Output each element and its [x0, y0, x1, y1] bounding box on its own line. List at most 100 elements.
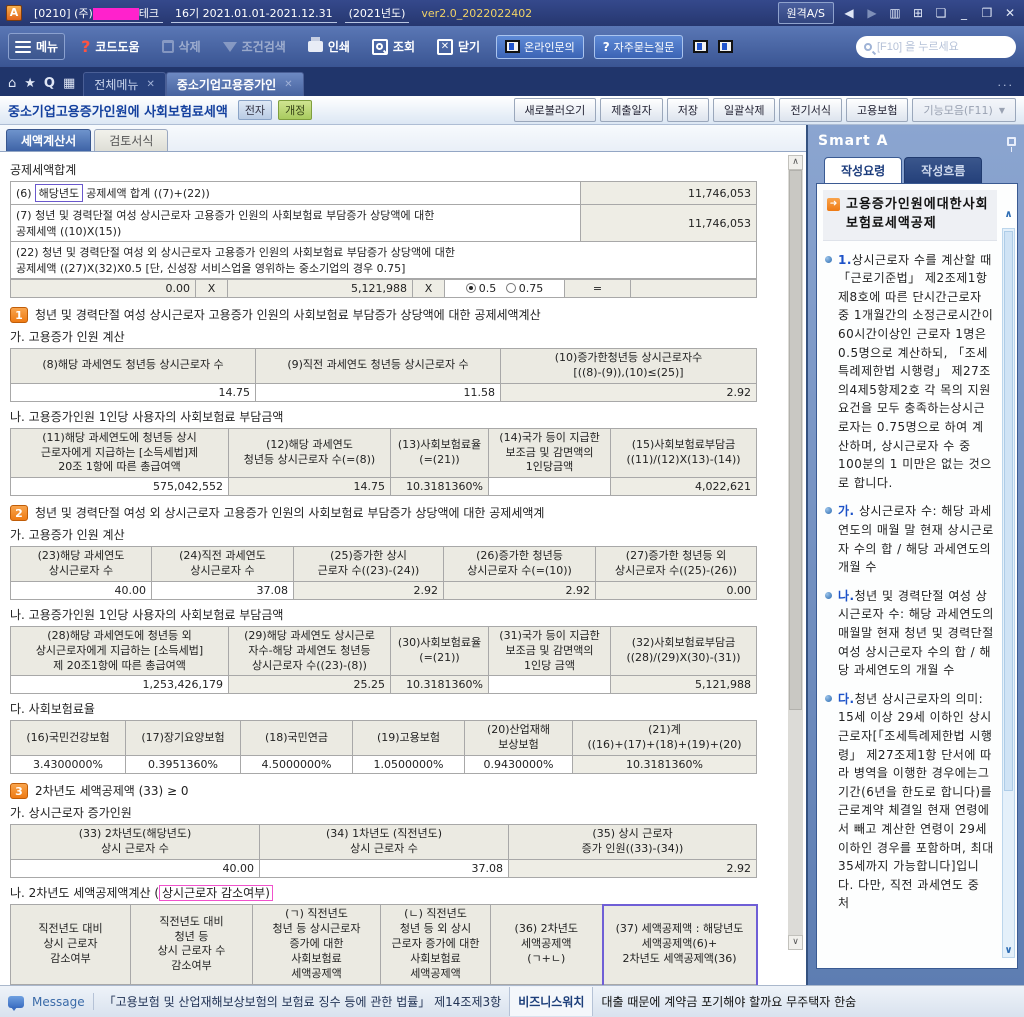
tab-review-form[interactable]: 검토서식	[94, 129, 169, 151]
table-value-cell[interactable]: 575,042,552	[10, 477, 229, 497]
page-title: 중소기업고용증가인원에 사회보험료세액	[8, 104, 228, 120]
table-value-cell[interactable]: 37.08	[151, 580, 294, 600]
main-scrollbar[interactable]: ∧ ∨	[788, 155, 803, 950]
formula-value-1[interactable]: 0.00	[10, 279, 196, 298]
table-value-cell[interactable]: 1.0500000%	[352, 755, 465, 775]
save-button[interactable]: 저장	[666, 98, 709, 122]
table-value-cell[interactable]: 3.4300000%	[10, 755, 126, 775]
split-view-icon[interactable]: ▥	[887, 6, 903, 20]
fiscal-period-field[interactable]: 16기 2021.01.01-2021.12.31	[171, 4, 337, 23]
tab-close-icon[interactable]: ✕	[284, 79, 292, 90]
employment-insurance-button[interactable]: 고용보험	[845, 98, 909, 122]
bulk-delete-button[interactable]: 일괄삭제	[713, 98, 776, 122]
year-select[interactable]: 해당년도	[34, 184, 84, 202]
table-value-cell[interactable]: 0.9430000%	[464, 755, 573, 775]
minimize-button[interactable]: _	[956, 6, 972, 20]
sidebar-scrollbar[interactable]: ∧ ∨	[1002, 209, 1015, 958]
main-content: 공제세액합계 (6) 해당년도 공제세액 합계 ((7)+(22)) 11,746,…	[0, 152, 806, 985]
table-header-cell: (8)해당 과세연도 청년등 상시근로자 수	[10, 348, 256, 384]
section1-badge: 1	[10, 306, 28, 323]
remote-as-button[interactable]: 원격A/S	[777, 2, 834, 24]
table-value-cell[interactable]: 40.00	[10, 858, 260, 878]
table-value-cell[interactable]: 0.3951360%	[125, 755, 241, 775]
menu-label: 메뉴	[36, 40, 59, 54]
scrollbar-thumb[interactable]	[789, 170, 802, 710]
table-header-cell: (ㄴ) 직전년도 청년 등 외 상시 근로자 증가에 대한 사회보험료 세액공제…	[380, 904, 491, 985]
window-small-icon-1[interactable]	[693, 40, 709, 53]
table-value-cell[interactable]: 40.00	[10, 580, 152, 600]
scrollbar-thumb[interactable]	[1004, 231, 1013, 791]
cascade-icon[interactable]: ❏	[933, 6, 949, 20]
table-header-cell: (16)국민건강보험	[10, 720, 126, 757]
tab-writing-flow[interactable]: 작성흐름	[904, 157, 983, 183]
table-header-cell: (14)국가 등이 지급한 보조금 및 감면액의 1인당금액	[488, 427, 611, 479]
submit-date-button[interactable]: 제출일자	[600, 98, 663, 122]
table-header-cell: (26)증가한 청년등 상시근로자 수(=(10))	[443, 546, 596, 582]
radio-rate-075[interactable]	[505, 283, 516, 293]
table-value-cell[interactable]: 1,253,426,179	[10, 675, 229, 695]
nav-back-icon[interactable]: ◀	[841, 6, 857, 20]
table-value-cell[interactable]: 11.58	[255, 382, 501, 402]
previous-form-button[interactable]: 전기서식	[779, 98, 842, 122]
table-value-cell[interactable]	[488, 675, 611, 695]
table-header-cell: (29)해당 과세연도 상시근로 자수-해당 과세연도 청년등 상시근로자 수(…	[228, 625, 391, 677]
table-header-cell: (35) 상시 근로자 증가 인원((33)-(34))	[508, 824, 757, 860]
fiscal-year-field[interactable]: (2021년도)	[344, 4, 410, 23]
all-menu-icon[interactable]: ▦	[63, 76, 75, 91]
favorite-star-icon[interactable]: ★	[24, 76, 36, 91]
form-header: 중소기업고용증가인원에 사회보험료세액 전자 개정 새로불러오기 제출일자 저장…	[0, 96, 1024, 125]
inquiry-button[interactable]: 조회	[366, 34, 421, 59]
tab-all-menu[interactable]: 전체메뉴 ✕	[83, 72, 166, 96]
news-headline[interactable]: 대출 때문에 계약금 포기해야 할까요 무주택자 한숨	[601, 993, 856, 1010]
table-value-cell[interactable]: 4.5000000%	[240, 755, 353, 775]
tab-current-document[interactable]: 중소기업고용증가인 ✕	[165, 72, 304, 96]
pin-icon[interactable]	[1007, 136, 1016, 152]
row7-value-cell: 11,746,053	[580, 204, 757, 242]
scroll-down-icon[interactable]: ∨	[788, 935, 803, 950]
window-small-icon-2[interactable]	[718, 40, 734, 53]
guide-item-text: 청년 상시근로자의 의미: 15세 이상 29세 이하인 상시근로자[「조세특례…	[838, 691, 994, 911]
table-value-cell[interactable]	[488, 477, 611, 497]
online-inquiry-button[interactable]: 온라인문의	[496, 34, 584, 59]
tab-close-icon[interactable]: ✕	[146, 79, 154, 90]
news-source[interactable]: 비즈니스워치	[509, 987, 594, 1016]
scroll-down-icon[interactable]: ∨	[1003, 945, 1014, 956]
search-input[interactable]	[877, 40, 1008, 53]
tab-tax-calc[interactable]: 세액계산서	[6, 129, 92, 151]
faq-button[interactable]: ? 자주묻는질문	[593, 34, 684, 59]
magnifier-icon	[376, 43, 384, 50]
trash-icon	[161, 40, 174, 53]
table-header-cell: (10)증가한청년등 상시근로자수 [((8)-(9)),(10)≤(25)]	[500, 348, 757, 384]
scroll-up-icon[interactable]: ∧	[1003, 209, 1014, 220]
table-value-cell: 2.92	[508, 858, 757, 878]
table-value-cell[interactable]: 37.08	[259, 858, 509, 878]
nav-forward-icon[interactable]: ▶	[864, 6, 880, 20]
company-field[interactable]: [0210] (주) 테크	[30, 4, 164, 23]
tab-writing-guide[interactable]: 작성요령	[824, 157, 903, 183]
table-header-cell-highlighted: (37) 세액공제액 : 해당년도 세액공제액(6)+ 2차년도 세액공제액(3…	[601, 903, 758, 985]
radio-rate-05[interactable]	[465, 283, 476, 293]
global-search[interactable]	[856, 35, 1016, 58]
menu-button[interactable]: 메뉴	[8, 33, 66, 60]
table-value-cell[interactable]: 14.75	[10, 382, 256, 402]
reload-button[interactable]: 새로불러오기	[513, 98, 597, 122]
condition-search-label: 조건검색	[241, 40, 286, 54]
message-label: Message	[32, 994, 85, 1009]
maximize-button[interactable]: ❒	[979, 6, 995, 20]
home-icon[interactable]: ⌂	[8, 76, 16, 91]
section1-heading: 1 청년 및 경력단절 여성 상시근로자 고용증가 인원의 사회보험료 부담증가…	[10, 306, 806, 323]
print-button[interactable]: 인쇄	[302, 34, 356, 59]
grid-view-icon[interactable]: ⊞	[910, 6, 926, 20]
form-subtabs: 세액계산서 검토서식	[0, 125, 806, 152]
monitor-icon	[505, 40, 521, 53]
scroll-up-icon[interactable]: ∧	[788, 155, 803, 170]
code-help-button[interactable]: ? 코드도움	[75, 33, 145, 60]
company-name-masked	[92, 7, 139, 20]
tab-overflow-button[interactable]: ···	[988, 79, 1024, 96]
close-window-button[interactable]: ✕ 닫기	[431, 34, 486, 59]
table-header-cell: (23)해당 과세연도 상시근로자 수	[10, 546, 152, 582]
guide-item: 나.청년 및 경력단절 여성 상시근로자 수: 해당 과세연도의 매월말 현재 …	[825, 587, 995, 680]
quick-icon[interactable]: Q	[44, 76, 55, 91]
guide-item: 1.상시근로자 수를 계산할 때 「근로기준법」 제2조제1항제8호에 따른 단…	[825, 251, 995, 493]
close-button[interactable]: ✕	[1002, 6, 1018, 20]
